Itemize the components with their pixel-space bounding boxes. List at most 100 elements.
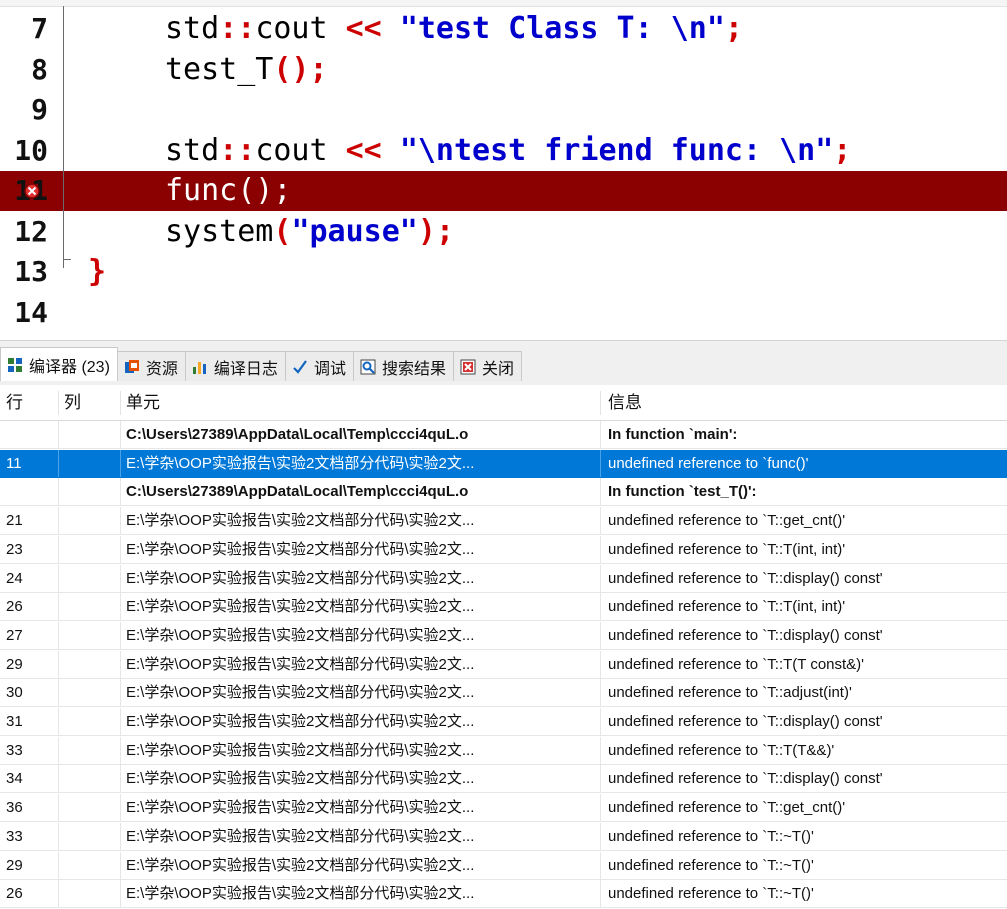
- compiler-messages-grid[interactable]: 行 列 单元 信息 C:\Users\27389\AppData\Local\T…: [0, 385, 1007, 909]
- message-info: undefined reference to `T::get_cnt()': [608, 512, 846, 530]
- code-line[interactable]: 8 test_T();: [0, 50, 1007, 90]
- code-line[interactable]: 9: [0, 90, 1007, 130]
- message-info: In function `test_T()':: [608, 483, 757, 501]
- tab-label: 编译日志: [213, 360, 278, 378]
- line-number[interactable]: 10: [0, 131, 48, 171]
- message-row[interactable]: C:\Users\27389\AppData\Local\Temp\ccci4q…: [0, 421, 1007, 449]
- fold-guide-line: [63, 6, 64, 268]
- message-row[interactable]: 21 E:\学杂\OOP实验报告\实验2文档部分代码\实验2文... undefin…: [0, 507, 1007, 536]
- column-separator: [120, 822, 121, 850]
- code-text: std::cout << "\ntest friend func: \n";: [165, 132, 852, 168]
- code-text: func();: [165, 173, 292, 208]
- message-row[interactable]: 30 E:\学杂\OOP实验报告\实验2文档部分代码\实验2文... undefin…: [0, 679, 1007, 708]
- message-row[interactable]: 11 E:\学杂\OOP实验报告\实验2文档部分代码\实验2文... undefin…: [0, 449, 1007, 478]
- code-line[interactable]: 7 std::cout << "test Class T: \n";: [0, 9, 1007, 49]
- message-info: undefined reference to `T::adjust(int)': [608, 684, 852, 702]
- column-separator: [120, 593, 121, 621]
- column-separator: [58, 794, 59, 822]
- header-info[interactable]: 信息: [608, 385, 642, 420]
- column-separator: [600, 708, 601, 735]
- line-number[interactable]: 7: [0, 9, 48, 49]
- compile-log-chart-icon: [192, 361, 206, 374]
- column-separator: [600, 650, 601, 678]
- message-row[interactable]: 23 E:\学杂\OOP实验报告\实验2文档部分代码\实验2文... undefin…: [0, 535, 1007, 564]
- message-row[interactable]: 27 E:\学杂\OOP实验报告\实验2文档部分代码\实验2文... undefin…: [0, 621, 1007, 650]
- message-row[interactable]: C:\Users\27389\AppData\Local\Temp\ccci4q…: [0, 478, 1007, 507]
- code-line[interactable]: 13}: [0, 252, 1007, 292]
- header-separator: [600, 391, 601, 415]
- column-separator: [58, 564, 59, 592]
- code-line[interactable]: 10 std::cout << "\ntest friend func: \n";: [0, 131, 1007, 171]
- code-line[interactable]: 11func();: [0, 171, 1007, 211]
- message-info: undefined reference to `T::T(T const&)': [608, 655, 865, 673]
- column-separator: [600, 535, 601, 563]
- message-info: undefined reference to `T::~T()': [608, 856, 814, 874]
- search-results-icon: [360, 359, 376, 374]
- line-number[interactable]: 12: [0, 212, 48, 252]
- message-row[interactable]: 31 E:\学杂\OOP实验报告\实验2文档部分代码\实验2文... undefin…: [0, 708, 1007, 736]
- message-line: 29: [6, 655, 23, 673]
- column-separator: [120, 765, 121, 793]
- message-line: 26: [6, 598, 23, 616]
- tab-close-panel[interactable]: 关闭: [452, 351, 522, 381]
- message-info: undefined reference to `T::display() con…: [608, 770, 883, 788]
- tab-debug-check[interactable]: 调试: [284, 351, 354, 381]
- tab-search-results[interactable]: 搜索结果: [352, 351, 454, 381]
- line-number[interactable]: 13: [0, 252, 48, 292]
- message-row[interactable]: 33 E:\学杂\OOP实验报告\实验2文档部分代码\实验2文... undefin…: [0, 736, 1007, 765]
- column-separator: [58, 593, 59, 621]
- line-number[interactable]: 8: [0, 50, 48, 90]
- message-line: 21: [6, 512, 23, 530]
- editor-top-edge: [0, 0, 1007, 7]
- message-unit: E:\学杂\OOP实验报告\实验2文档部分代码\实验2文...: [126, 856, 475, 874]
- code-line[interactable]: 14: [0, 293, 1007, 333]
- line-number[interactable]: 14: [0, 293, 48, 333]
- header-line[interactable]: 行: [6, 385, 23, 420]
- column-separator: [58, 822, 59, 850]
- column-separator: [600, 593, 601, 621]
- grid-header: 行 列 单元 信息: [0, 385, 1007, 421]
- message-info: undefined reference to `T::~T()': [608, 885, 814, 903]
- column-separator: [600, 421, 601, 448]
- message-row[interactable]: 33 E:\学杂\OOP实验报告\实验2文档部分代码\实验2文... undefin…: [0, 822, 1007, 851]
- code-editor[interactable]: 7 std::cout << "test Class T: \n"; 8 test_T…: [0, 0, 1007, 340]
- message-info: undefined reference to `T::display() con…: [608, 713, 883, 730]
- column-separator: [600, 736, 601, 764]
- column-separator: [120, 564, 121, 592]
- resources-icon: [124, 359, 139, 373]
- breakpoint-error-icon[interactable]: [23, 182, 41, 200]
- column-separator: [58, 535, 59, 563]
- message-unit: E:\学杂\OOP实验报告\实验2文档部分代码\实验2文...: [126, 799, 475, 817]
- message-row[interactable]: 29 E:\学杂\OOP实验报告\实验2文档部分代码\实验2文... undefin…: [0, 851, 1007, 880]
- tab-compiler-grid[interactable]: 编译器 (23): [0, 347, 118, 381]
- code-line[interactable]: 12 system("pause");: [0, 212, 1007, 252]
- header-unit[interactable]: 单元: [126, 385, 160, 420]
- message-row[interactable]: 24 E:\学杂\OOP实验报告\实验2文档部分代码\实验2文... undefin…: [0, 564, 1007, 593]
- message-line: 36: [6, 799, 23, 817]
- message-line: 33: [6, 741, 23, 759]
- message-unit: E:\学杂\OOP实验报告\实验2文档部分代码\实验2文...: [126, 655, 475, 673]
- message-unit: E:\学杂\OOP实验报告\实验2文档部分代码\实验2文...: [126, 741, 475, 759]
- message-info: undefined reference to `T::display() con…: [608, 626, 883, 644]
- message-row[interactable]: 36 E:\学杂\OOP实验报告\实验2文档部分代码\实验2文... undefin…: [0, 794, 1007, 823]
- tab-label: 调试: [313, 360, 346, 378]
- column-separator: [120, 421, 121, 448]
- message-line: 23: [6, 540, 23, 558]
- column-separator: [600, 478, 601, 506]
- column-separator: [600, 449, 601, 477]
- message-row[interactable]: 34 E:\学杂\OOP实验报告\实验2文档部分代码\实验2文... undefin…: [0, 765, 1007, 794]
- column-separator: [58, 507, 59, 535]
- line-number[interactable]: 9: [0, 90, 48, 130]
- message-row[interactable]: 26 E:\学杂\OOP实验报告\实验2文档部分代码\实验2文... undefin…: [0, 593, 1007, 622]
- message-row[interactable]: 26 E:\学杂\OOP实验报告\实验2文档部分代码\实验2文... undefin…: [0, 880, 1007, 909]
- header-col[interactable]: 列: [64, 385, 81, 420]
- column-separator: [120, 478, 121, 506]
- tab-resources[interactable]: 资源: [116, 351, 186, 381]
- column-separator: [120, 736, 121, 764]
- column-separator: [120, 449, 121, 477]
- message-unit: E:\学杂\OOP实验报告\实验2文档部分代码\实验2文...: [126, 512, 475, 530]
- message-info: undefined reference to `func()': [608, 454, 809, 472]
- header-separator: [58, 391, 59, 415]
- tab-compile-log-chart[interactable]: 编译日志: [184, 351, 286, 381]
- message-row[interactable]: 29 E:\学杂\OOP实验报告\实验2文档部分代码\实验2文... undefin…: [0, 650, 1007, 679]
